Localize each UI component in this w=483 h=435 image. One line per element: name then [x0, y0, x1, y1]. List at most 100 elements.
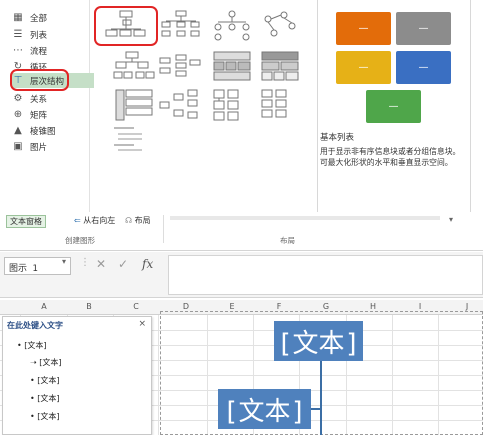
- layout-thumb-hierarchy[interactable]: [158, 9, 202, 43]
- category-list-item[interactable]: ☰ 列表: [12, 27, 88, 42]
- text-pane-item[interactable]: • [文本]: [17, 340, 47, 351]
- ribbon: 文本窗格 ⇐ 从右向左 ☊ 布局 创建图形 布局 ▾: [0, 213, 483, 251]
- preview-shape: —: [396, 51, 451, 84]
- more-icon: ⋮: [80, 257, 90, 268]
- preview-shape-label: —: [358, 23, 369, 34]
- preview-shape: —: [336, 12, 391, 45]
- picture-icon: ▣: [13, 141, 23, 152]
- layout-thumb-circle-hierarchy[interactable]: [210, 9, 254, 43]
- category-label: 棱锥图: [30, 126, 56, 137]
- category-label: 列表: [30, 30, 48, 41]
- layout-strip: [170, 216, 440, 220]
- smartart-frame[interactable]: [文本] [文本]: [160, 311, 483, 435]
- text-pane-item[interactable]: • [文本]: [30, 393, 60, 404]
- column-header[interactable]: G: [320, 302, 332, 311]
- preview-shape: —: [336, 51, 391, 84]
- category-relationship[interactable]: ⚙ 关系: [12, 91, 88, 106]
- category-picture[interactable]: ▣ 图片: [12, 139, 88, 154]
- text-pane-item-label: [文本]: [37, 394, 60, 403]
- right-to-left-label: 从右向左: [83, 216, 116, 225]
- layout-thumb-labeled-hierarchy[interactable]: [258, 9, 302, 43]
- layout-name: 基本列表: [320, 133, 355, 143]
- smartart-dialog: ▦ 全部 ☰ 列表 ⋯ 流程 ↻ 循环 ⊤ 层次结构 ⚙ 关系 ⊕ 矩阵 ▲ 棱: [0, 0, 483, 212]
- preview-shape-label: —: [418, 62, 429, 73]
- cancel-icon[interactable]: ✕: [96, 257, 106, 271]
- pyramid-icon: ▲: [14, 125, 22, 136]
- bullet-icon: •: [30, 376, 35, 385]
- layout-thumb-horizontal-hierarchy[interactable]: [158, 88, 202, 122]
- text-pane-item[interactable]: • [文本]: [30, 375, 60, 386]
- category-label: 矩阵: [30, 110, 48, 121]
- layout-thumb-lined-list[interactable]: [210, 88, 254, 122]
- text-pane-item-label: [文本]: [37, 376, 60, 385]
- category-label: 关系: [30, 94, 48, 105]
- layout-thumb-multi-level[interactable]: [258, 50, 302, 84]
- text-pane-item-label: [文本]: [37, 412, 60, 421]
- column-header[interactable]: J: [461, 302, 473, 311]
- enter-icon[interactable]: ✓: [118, 257, 128, 271]
- layout-thumb-stacked-list[interactable]: [210, 50, 254, 84]
- list-icon: ☰: [13, 29, 23, 40]
- layout-thumb-text-hierarchy[interactable]: [112, 124, 156, 158]
- text-pane-item[interactable]: ➝ [文本]: [30, 357, 62, 368]
- relationship-icon: ⚙: [13, 93, 23, 104]
- bullet-icon: •: [30, 412, 35, 421]
- connector-line: [311, 408, 321, 410]
- arrow-left-icon: ⇐: [74, 216, 81, 225]
- column-header[interactable]: E: [226, 302, 238, 311]
- category-label: 流程: [30, 46, 48, 57]
- layout-label: 布局: [134, 216, 151, 225]
- preview-shape-label: —: [418, 23, 429, 34]
- column-header[interactable]: H: [367, 302, 379, 311]
- connector-line: [320, 361, 322, 435]
- layout-thumb-table-hierarchy[interactable]: [112, 50, 156, 84]
- process-icon: ⋯: [13, 45, 23, 56]
- layout-highlight-annotation: [94, 6, 158, 46]
- category-label: 全部: [30, 13, 48, 24]
- category-label: 图片: [30, 142, 48, 153]
- text-pane: 在此处键入文字 × • [文本] ➝ [文本] • [文本] • [文本] • …: [2, 316, 152, 435]
- layout-thumb-horizontal-org[interactable]: [158, 50, 202, 84]
- formula-input[interactable]: [168, 255, 483, 295]
- layout-thumb-vertical-hierarchy[interactable]: [112, 88, 156, 122]
- name-box[interactable]: 图示 1: [4, 257, 71, 275]
- group-layouts: 布局: [280, 236, 295, 245]
- close-icon[interactable]: ×: [138, 319, 146, 329]
- text-pane-title: 在此处键入文字: [7, 321, 63, 330]
- group-create-graphic: 创建图形: [65, 236, 95, 245]
- arrow-bullet-icon: ➝: [30, 358, 37, 367]
- smartart-top-shape[interactable]: [文本]: [274, 321, 363, 361]
- column-header[interactable]: A: [38, 302, 50, 311]
- chevron-down-icon[interactable]: ▾: [62, 257, 66, 266]
- layout-description: 用于显示非有序信息块或者分组信息块。可最大化形状的水平和垂直显示空间。: [320, 147, 461, 167]
- layout-button[interactable]: ☊ 布局: [125, 215, 151, 226]
- category-matrix[interactable]: ⊕ 矩阵: [12, 107, 88, 122]
- text-pane-item-label: [文本]: [39, 358, 62, 367]
- matrix-icon: ⊕: [13, 109, 23, 120]
- column-header[interactable]: C: [130, 302, 142, 311]
- preview-shape: —: [366, 90, 421, 123]
- column-header[interactable]: F: [273, 302, 285, 311]
- text-pane-item-label: [文本]: [24, 341, 47, 350]
- text-pane-item[interactable]: • [文本]: [30, 411, 60, 422]
- bullet-icon: •: [17, 341, 22, 350]
- bullet-icon: •: [30, 394, 35, 403]
- smartart-child-shape[interactable]: [文本]: [218, 389, 311, 429]
- category-all[interactable]: ▦ 全部: [12, 10, 88, 25]
- all-icon: ▦: [13, 12, 23, 23]
- column-header[interactable]: D: [180, 302, 192, 311]
- column-header[interactable]: B: [83, 302, 95, 311]
- text-pane-button[interactable]: 文本窗格: [6, 215, 46, 228]
- ribbon-divider: [163, 215, 164, 243]
- insert-function-icon[interactable]: fx: [142, 257, 153, 271]
- category-pyramid[interactable]: ▲ 棱锥图: [12, 123, 88, 138]
- layout-icon: ☊: [125, 216, 133, 225]
- formula-bar: 图示 1 ▾ ⋮ ✕ ✓ fx: [0, 252, 483, 298]
- column-header[interactable]: I: [414, 302, 426, 311]
- right-to-left-button[interactable]: ⇐ 从右向左: [74, 215, 115, 226]
- layout-thumb-architecture[interactable]: [258, 88, 302, 122]
- preview-pane: — — — — — 基本列表 用于显示非有序信息块或者分组信息块。可最大化形状的…: [317, 0, 471, 212]
- preview-shape-label: —: [358, 62, 369, 73]
- scroll-down-icon[interactable]: ▾: [449, 215, 453, 224]
- category-process[interactable]: ⋯ 流程: [12, 43, 88, 58]
